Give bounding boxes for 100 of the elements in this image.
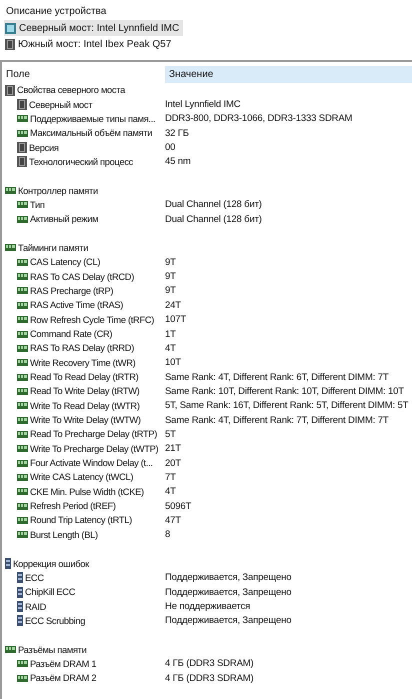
field-value: 47T <box>165 514 181 526</box>
chip-icon <box>17 142 27 154</box>
column-header[interactable]: Значение <box>165 66 412 83</box>
memory-module-icon <box>17 516 28 524</box>
field-label: Command Rate (CR) <box>30 329 112 340</box>
memory-stick-icon <box>17 572 23 584</box>
field-label: Read To Read Delay (tRTR) <box>30 372 138 382</box>
device-item[interactable]: Южный мост: Intel Ibex Peak Q57 <box>4 36 176 52</box>
memory-stick-icon <box>5 558 11 570</box>
field-label: Burst Length (BL) <box>30 530 98 540</box>
memory-module-icon <box>17 445 28 452</box>
device-item[interactable]: Северный мост: Intel Lynnfield IMC <box>4 20 184 36</box>
field-value: DDR3-800, DDR3-1066, DDR3-1333 SDRAM <box>165 113 352 124</box>
field-value: 9T <box>165 256 176 268</box>
field-value: 20T <box>165 458 181 469</box>
memory-stick-icon <box>17 615 23 626</box>
field-label: Refresh Period (tREF) <box>30 501 116 512</box>
group-label: Коррекция ошибок <box>13 558 89 569</box>
memory-module-icon <box>17 316 28 324</box>
chip-icon <box>17 156 27 168</box>
memory-module-icon <box>17 130 28 137</box>
field-label: Write CAS Latency (tWCL) <box>30 472 134 482</box>
field-label: Write To Precharge Delay (tWTP) <box>30 444 158 454</box>
field-value: 9T <box>165 271 176 282</box>
field-label: Тип <box>30 200 45 210</box>
field-label: ECC <box>25 572 44 583</box>
field-label: Four Activate Window Delay (t... <box>30 458 153 468</box>
field-label: Северный мост <box>29 100 92 110</box>
field-value: 4T <box>165 486 176 498</box>
group-label: Контроллер памяти <box>18 186 98 196</box>
memory-module-icon <box>17 359 28 366</box>
memory-module-icon <box>17 460 28 467</box>
memory-stick-icon <box>17 601 23 612</box>
field-label: Write To Read Delay (tWTR) <box>30 400 140 411</box>
memory-module-icon <box>5 646 16 654</box>
field-value: 5T, Same Rank: 16T, Different Rank: 5T, Different DIMM: 5T <box>165 400 408 412</box>
memory-module-icon <box>17 374 28 381</box>
memory-module-icon <box>17 302 28 309</box>
field-label: Версия <box>29 142 59 153</box>
memory-module-icon <box>5 187 16 194</box>
memory-module-icon <box>17 258 28 266</box>
field-label: Технологический процесс <box>29 156 134 167</box>
field-label: Поддерживаемые типы памя... <box>30 114 156 124</box>
field-value: 7T <box>165 472 176 483</box>
field-value: Поддерживается, Запрещено <box>165 586 292 598</box>
field-value: Same Rank: 10T, Different Rank: 10T, Different DIMM: 10T <box>165 386 404 397</box>
field-value: 10T <box>165 357 181 368</box>
memory-module-icon <box>17 273 28 280</box>
memory-module-icon <box>17 344 28 352</box>
memory-module-icon <box>17 531 28 538</box>
memory-module-icon <box>17 430 28 438</box>
field-label: Разъём DRAM 1 <box>30 658 96 669</box>
group-label: Разъёмы памяти <box>18 644 87 655</box>
chip-icon <box>5 22 16 34</box>
field-value: Поддерживается, Запрещено <box>165 615 292 626</box>
field-label: Максимальный объём памяти <box>30 128 152 138</box>
field-label: Read To Precharge Delay (tRTP) <box>30 429 158 440</box>
chip-icon <box>17 99 27 110</box>
field-label: Round Trip Latency (tRTL) <box>30 515 132 526</box>
field-label: CAS Latency (CL) <box>30 257 100 268</box>
field-label: CKE Min. Pulse Width (tCKE) <box>30 486 144 497</box>
memory-module-icon <box>17 674 28 682</box>
field-value: 45 nm <box>165 156 191 168</box>
chip-icon <box>5 38 15 50</box>
memory-stick-icon <box>17 586 23 598</box>
field-label: Read To Write Delay (tRTW) <box>30 386 140 396</box>
chip-icon <box>5 84 15 96</box>
field-value: 00 <box>165 142 176 154</box>
field-label: RAS Precharge (tRP) <box>30 286 114 296</box>
field-label: ECC Scrubbing <box>25 616 86 626</box>
memory-module-icon <box>17 416 28 424</box>
memory-module-icon <box>17 402 28 410</box>
field-value: 9T <box>165 285 176 296</box>
field-value: Не поддерживается <box>165 601 250 612</box>
field-value: 4T <box>165 342 176 354</box>
field-value: 1T <box>165 328 176 340</box>
memory-module-icon <box>17 388 28 395</box>
field-value: 107T <box>165 314 186 326</box>
memory-module-icon <box>17 488 28 496</box>
field-label: Row Refresh Cycle Time (tRFC) <box>30 314 154 325</box>
field-label: Активный режим <box>30 214 98 224</box>
memory-module-icon <box>17 330 28 338</box>
field-value: 5096T <box>165 500 192 512</box>
field-value: Поддерживается, Запрещено <box>165 572 292 584</box>
field-value: Same Rank: 4T, Different Rank: 7T, Different DIMM: 7T <box>165 414 388 426</box>
field-label: RAS To CAS Delay (tRCD) <box>30 272 134 282</box>
group-label: Тайминги памяти <box>18 242 88 253</box>
field-value: Dual Channel (128 бит) <box>165 199 262 210</box>
memory-module-icon <box>5 244 16 252</box>
memory-module-icon <box>17 216 28 223</box>
field-label: Write Recovery Time (tWR) <box>30 358 136 368</box>
field-value: 4 ГБ (DDR3 SDRAM) <box>165 672 254 684</box>
field-value: 24T <box>165 300 181 311</box>
field-value: 8 <box>165 529 170 540</box>
field-label: RAS Active Time (tRAS) <box>30 300 124 310</box>
field-label: Разъём DRAM 2 <box>30 673 96 684</box>
field-label: RAS To RAS Delay (tRRD) <box>30 343 134 354</box>
field-value: Same Rank: 4T, Different Rank: 6T, Different DIMM: 7T <box>165 372 388 383</box>
field-value: 5T <box>165 428 176 440</box>
memory-module-icon <box>17 502 28 510</box>
